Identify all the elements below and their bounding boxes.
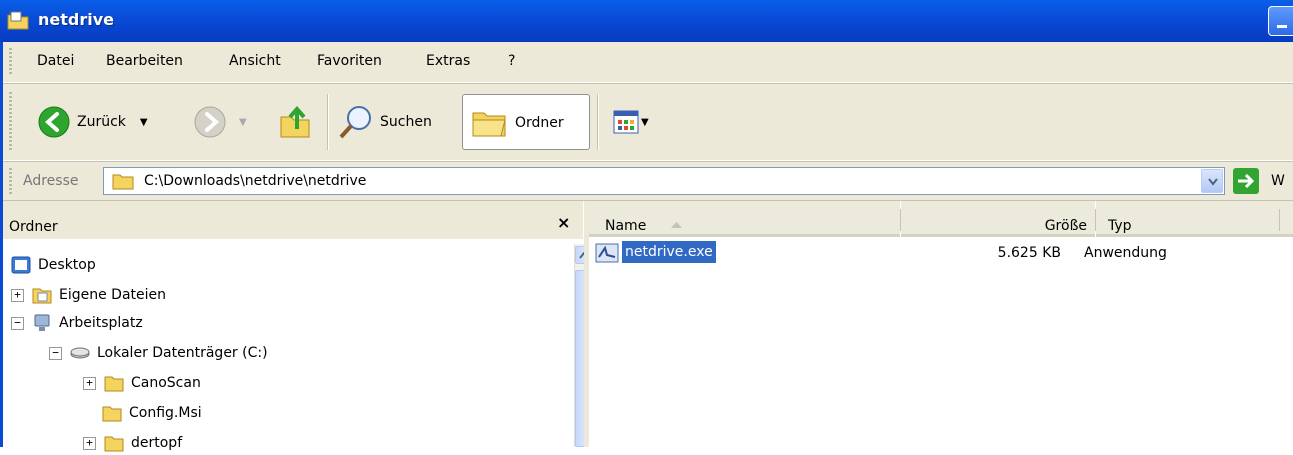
table-row[interactable]: netdrive.exe 5.625 KB Anwendung bbox=[589, 241, 1293, 265]
column-size[interactable]: Größe bbox=[901, 201, 1095, 237]
collapse-icon[interactable]: − bbox=[11, 316, 24, 330]
toolbar-separator bbox=[597, 94, 599, 150]
file-list: Name Größe Typ netdrive.exe 5.625 KB Anw… bbox=[589, 201, 1293, 447]
column-size-label: Größe bbox=[1044, 218, 1087, 234]
chevron-down-icon bbox=[1208, 178, 1218, 186]
folders-pane-header: Ordner × bbox=[3, 201, 583, 239]
standard-toolbar: Zurück ▼ ▼ Suchen Ordner ▼ bbox=[3, 84, 1293, 161]
hard-drive-icon bbox=[70, 347, 90, 359]
address-dropdown-button[interactable] bbox=[1201, 169, 1223, 193]
collapse-icon[interactable]: − bbox=[49, 346, 62, 360]
tree-item-canoscan[interactable]: + CanoScan bbox=[83, 371, 201, 395]
folder-window-icon bbox=[7, 11, 29, 30]
folders-label: Ordner bbox=[515, 115, 564, 131]
column-type[interactable]: Typ bbox=[1096, 201, 1293, 237]
menu-favoriten[interactable]: Favoriten bbox=[317, 53, 382, 69]
toolbar-grip[interactable] bbox=[9, 92, 12, 152]
title-bar: netdrive bbox=[0, 0, 1293, 42]
up-folder-icon bbox=[280, 105, 310, 138]
tree-item-eigene-dateien[interactable]: + Eigene Dateien bbox=[11, 283, 166, 307]
forward-dropdown-icon[interactable]: ▼ bbox=[239, 117, 247, 128]
folder-icon bbox=[104, 376, 124, 392]
folders-pane-title: Ordner bbox=[9, 219, 58, 235]
tree-item-label: CanoScan bbox=[131, 375, 201, 391]
address-path: C:\Downloads\netdrive\netdrive bbox=[144, 173, 367, 189]
application-icon bbox=[595, 243, 619, 263]
column-type-label: Typ bbox=[1108, 218, 1132, 234]
address-input[interactable]: C:\Downloads\netdrive\netdrive bbox=[103, 167, 1225, 195]
search-label: Suchen bbox=[380, 114, 432, 130]
desktop-icon bbox=[11, 256, 31, 274]
views-icon bbox=[613, 110, 639, 134]
up-folder-button[interactable] bbox=[279, 103, 311, 139]
tree-item-arbeitsplatz[interactable]: − Arbeitsplatz bbox=[11, 311, 143, 335]
go-label[interactable]: W bbox=[1271, 173, 1285, 189]
expand-icon[interactable]: + bbox=[83, 376, 96, 390]
back-arrow-icon bbox=[38, 106, 70, 138]
tree-item-config-msi[interactable]: Config.Msi bbox=[102, 401, 202, 425]
menu-grip[interactable] bbox=[9, 48, 12, 76]
file-type: Anwendung bbox=[1084, 245, 1167, 261]
views-button[interactable]: ▼ bbox=[613, 110, 649, 134]
tree-item-label: Config.Msi bbox=[129, 405, 202, 421]
menu-datei[interactable]: Datei bbox=[37, 53, 74, 69]
expand-icon[interactable]: + bbox=[11, 288, 24, 302]
forward-button[interactable]: ▼ bbox=[193, 105, 247, 139]
folders-pane: Ordner × Desktop + Eigene Dateien − Arbe… bbox=[3, 201, 583, 452]
folder-icon bbox=[112, 174, 134, 190]
toolbar-separator bbox=[327, 94, 329, 150]
documents-folder-icon bbox=[32, 288, 52, 304]
column-separator[interactable] bbox=[1279, 209, 1280, 231]
search-icon bbox=[339, 106, 371, 139]
column-name-label: Name bbox=[605, 218, 647, 234]
go-button[interactable] bbox=[1233, 168, 1259, 194]
close-icon[interactable]: × bbox=[557, 213, 570, 232]
expand-icon[interactable]: + bbox=[83, 436, 96, 450]
views-dropdown-icon[interactable]: ▼ bbox=[641, 117, 649, 128]
back-dropdown-icon[interactable]: ▼ bbox=[140, 117, 148, 128]
file-name: netdrive.exe bbox=[622, 241, 716, 263]
back-label: Zurück bbox=[77, 114, 126, 130]
address-bar: Adresse C:\Downloads\netdrive\netdrive W bbox=[3, 162, 1293, 201]
tree-item-label: Eigene Dateien bbox=[59, 287, 167, 303]
computer-icon bbox=[34, 314, 50, 331]
search-button[interactable]: Suchen bbox=[338, 104, 432, 140]
address-label: Adresse bbox=[23, 173, 79, 189]
menu-bearbeiten[interactable]: Bearbeiten bbox=[106, 53, 183, 69]
back-button[interactable]: Zurück ▼ bbox=[37, 105, 148, 139]
tree-item-local-disk[interactable]: − Lokaler Datenträger (C:) bbox=[49, 341, 268, 365]
folder-icon bbox=[104, 436, 124, 452]
tree-item-label: Arbeitsplatz bbox=[59, 315, 143, 331]
go-arrow-icon bbox=[1238, 173, 1255, 189]
menu-extras[interactable]: Extras bbox=[426, 53, 470, 69]
tree-item-label: Lokaler Datenträger (C:) bbox=[97, 345, 268, 361]
folders-icon bbox=[472, 112, 506, 137]
column-name[interactable]: Name bbox=[589, 201, 900, 237]
menu-help[interactable]: ? bbox=[508, 53, 515, 69]
menu-bar: Datei Bearbeiten Ansicht Favoriten Extra… bbox=[3, 42, 1293, 83]
tree-item-desktop[interactable]: Desktop bbox=[11, 253, 96, 277]
tree-item-label: dertopf bbox=[131, 435, 183, 451]
folder-icon bbox=[102, 406, 122, 422]
address-grip[interactable] bbox=[9, 168, 12, 194]
forward-arrow-icon bbox=[194, 106, 226, 138]
minimize-button[interactable] bbox=[1268, 6, 1293, 36]
folders-button[interactable]: Ordner bbox=[462, 94, 590, 150]
tree-item-label: Desktop bbox=[38, 257, 96, 273]
sort-ascending-icon bbox=[671, 222, 682, 228]
file-size: 5.625 KB bbox=[997, 245, 1061, 261]
tree-item-dertopf[interactable]: + dertopf bbox=[83, 431, 182, 455]
menu-ansicht[interactable]: Ansicht bbox=[229, 53, 281, 69]
window-title: netdrive bbox=[38, 10, 114, 29]
